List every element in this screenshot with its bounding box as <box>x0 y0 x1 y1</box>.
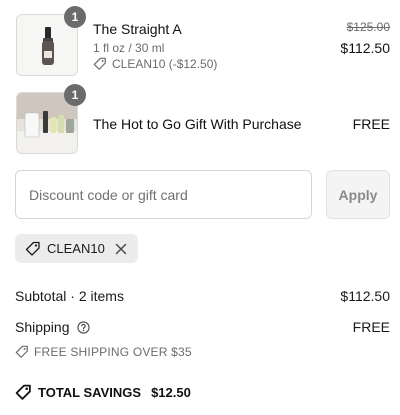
item-discount-label: CLEAN10 (-$12.50) <box>112 57 218 71</box>
apply-discount-button[interactable]: Apply <box>326 170 390 219</box>
shipping-row: Shipping FREE <box>15 319 390 335</box>
remove-discount-button[interactable] <box>115 243 127 255</box>
item-discount: CLEAN10 (-$12.50) <box>93 57 217 71</box>
applied-code-label: CLEAN10 <box>47 241 105 256</box>
line-item: 1 The Straight A 1 fl oz / 30 ml CLEAN10… <box>16 6 390 76</box>
item-price: $112.50 <box>340 40 390 56</box>
free-shipping-note: FREE SHIPPING OVER $35 <box>15 345 192 359</box>
help-icon[interactable] <box>77 321 91 334</box>
line-item: 1 The Hot to Go Gift With Purchase FREE <box>16 84 390 154</box>
product-variant: 1 fl oz / 30 ml <box>93 41 165 55</box>
applied-discount-chip: CLEAN10 <box>15 234 138 263</box>
shipping-value: FREE <box>352 319 390 335</box>
tag-icon <box>25 241 40 256</box>
free-shipping-label: FREE SHIPPING OVER $35 <box>34 345 192 359</box>
product-name: The Straight A <box>93 21 182 37</box>
product-name: The Hot to Go Gift With Purchase <box>93 116 302 132</box>
total-savings-value: $12.50 <box>151 385 191 400</box>
tag-icon <box>15 384 31 400</box>
total-savings: TOTAL SAVINGS $12.50 <box>15 384 191 401</box>
original-price: $125.00 <box>346 20 390 34</box>
subtotal-value: $112.50 <box>340 288 390 304</box>
subtotal-label: Subtotal · 2 items <box>15 288 124 304</box>
shipping-label: Shipping <box>15 319 70 335</box>
quantity-badge: 1 <box>64 84 86 106</box>
total-savings-label: TOTAL SAVINGS <box>38 385 142 400</box>
discount-code-input[interactable] <box>15 170 312 219</box>
close-icon <box>115 243 127 254</box>
tag-icon <box>15 345 28 358</box>
tag-icon <box>93 57 106 70</box>
quantity-badge: 1 <box>64 6 86 28</box>
item-price: FREE <box>352 116 390 132</box>
subtotal-row: Subtotal · 2 items $112.50 <box>15 288 390 304</box>
